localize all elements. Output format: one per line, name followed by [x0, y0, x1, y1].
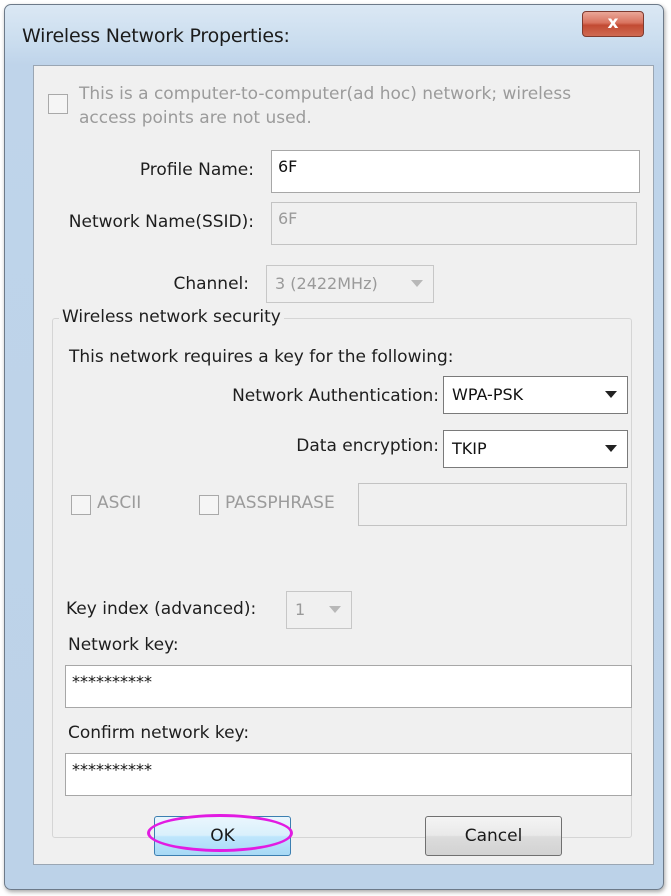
auth-label: Network Authentication:: [232, 386, 439, 406]
confirm-key-label: Confirm network key:: [68, 723, 250, 743]
passphrase-label: PASSPHRASE: [225, 493, 335, 513]
channel-label: Channel:: [173, 274, 249, 294]
security-group-title: Wireless network security: [59, 307, 284, 327]
close-button[interactable]: x: [582, 11, 644, 37]
network-key-label: Network key:: [68, 635, 179, 655]
ascii-checkbox[interactable]: [71, 495, 91, 515]
ascii-label: ASCII: [97, 493, 142, 513]
requires-key-text: This network requires a key for the foll…: [69, 347, 454, 367]
auth-select[interactable]: WPA-PSK: [443, 376, 628, 414]
ssid-label: Network Name(SSID):: [68, 212, 254, 232]
key-index-value: 1: [295, 600, 306, 619]
profile-name-input[interactable]: 6F: [271, 150, 640, 193]
adhoc-label-line1: This is a computer-to-computer(ad hoc) n…: [79, 84, 572, 104]
key-index-label: Key index (advanced):: [66, 599, 257, 619]
encryption-value: TKIP: [452, 439, 487, 458]
channel-select: 3 (2422MHz): [266, 265, 434, 303]
channel-value: 3 (2422MHz): [275, 274, 378, 293]
chevron-down-icon: [605, 391, 617, 398]
confirm-key-input[interactable]: **********: [65, 753, 632, 796]
passphrase-input: [358, 483, 627, 526]
ssid-input: 6F: [271, 202, 637, 245]
auth-value: WPA-PSK: [452, 385, 524, 404]
encryption-label: Data encryption:: [296, 436, 439, 456]
chevron-down-icon: [329, 606, 341, 613]
properties-dialog: Wireless Network Properties: x This is a…: [4, 4, 664, 890]
encryption-select[interactable]: TKIP: [443, 430, 628, 468]
dialog-title: Wireless Network Properties:: [22, 25, 290, 47]
chevron-down-icon: [605, 445, 617, 452]
network-key-input[interactable]: **********: [65, 665, 632, 708]
adhoc-checkbox[interactable]: [48, 94, 68, 114]
close-icon: x: [607, 13, 619, 33]
ok-button[interactable]: OK: [154, 816, 291, 856]
chevron-down-icon: [411, 280, 423, 287]
profile-name-label: Profile Name:: [139, 160, 254, 180]
passphrase-checkbox[interactable]: [199, 495, 219, 515]
security-groupbox: Wireless network security This network r…: [52, 307, 632, 838]
adhoc-label-line2: access points are not used.: [79, 108, 312, 128]
key-index-select: 1: [286, 591, 352, 629]
cancel-button[interactable]: Cancel: [425, 816, 562, 856]
dialog-content: This is a computer-to-computer(ad hoc) n…: [33, 65, 654, 865]
